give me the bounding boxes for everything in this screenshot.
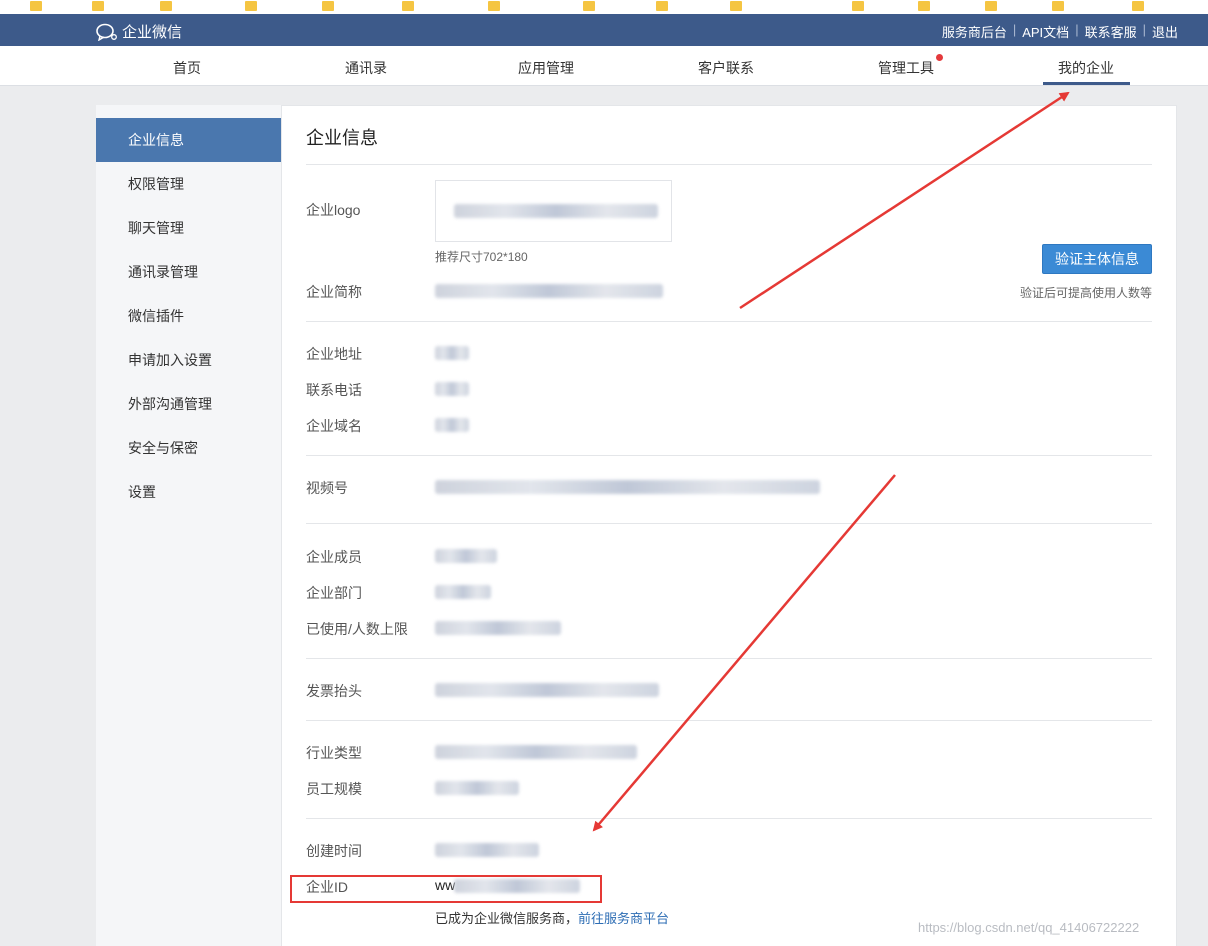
- notification-dot: [936, 54, 943, 61]
- members-value: [435, 549, 497, 563]
- sidebar-item-permissions[interactable]: 权限管理: [96, 162, 281, 206]
- divider: [306, 658, 1152, 659]
- sidebar-item-settings[interactable]: 设置: [96, 470, 281, 514]
- sidebar-item-external[interactable]: 外部沟通管理: [96, 382, 281, 426]
- nav-customer-contact[interactable]: 客户联系: [698, 58, 754, 78]
- video-value: [435, 480, 820, 494]
- industry-value: [435, 745, 637, 759]
- staff-size-value: [435, 781, 519, 795]
- used-limit-value: [435, 621, 561, 635]
- divider: [306, 455, 1152, 456]
- sidebar-item-chat[interactable]: 聊天管理: [96, 206, 281, 250]
- video-label: 视频号: [306, 480, 348, 496]
- company-logo[interactable]: [435, 180, 672, 242]
- nav-management-tools[interactable]: 管理工具: [878, 58, 934, 78]
- departments-label: 企业部门: [306, 585, 362, 601]
- nav-contacts[interactable]: 通讯录: [345, 58, 387, 78]
- top-links: 服务商后台 | API文档 | 联系客服 | 退出: [942, 22, 1178, 41]
- top-bar: 企业微信 服务商后台 | API文档 | 联系客服 | 退出: [0, 14, 1208, 46]
- logout-link[interactable]: 退出: [1152, 22, 1178, 41]
- service-provider-link[interactable]: 服务商后台: [942, 22, 1007, 41]
- service-provider-note: 已成为企业微信服务商，前往服务商平台: [435, 908, 669, 927]
- created-label: 创建时间: [306, 843, 362, 859]
- staff-size-label: 员工规模: [306, 781, 362, 797]
- divider: [306, 164, 1152, 165]
- address-value: [435, 346, 469, 360]
- watermark: https://blog.csdn.net/qq_41406722222: [918, 920, 1140, 935]
- sidebar-item-join-settings[interactable]: 申请加入设置: [96, 338, 281, 382]
- nav-home[interactable]: 首页: [173, 58, 201, 78]
- industry-label: 行业类型: [306, 745, 362, 761]
- logo-label: 企业logo: [306, 202, 361, 218]
- separator: |: [1142, 22, 1146, 37]
- nav-my-company[interactable]: 我的企业: [1058, 58, 1114, 78]
- sidebar-item-security[interactable]: 安全与保密: [96, 426, 281, 470]
- divider: [306, 523, 1152, 524]
- domain-value: [435, 418, 469, 432]
- sidebar-item-contacts[interactable]: 通讯录管理: [96, 250, 281, 294]
- sidebar-item-wechat-plugin[interactable]: 微信插件: [96, 294, 281, 338]
- corp-id-highlight-box: [290, 875, 602, 903]
- departments-value: [435, 585, 491, 599]
- address-label: 企业地址: [306, 346, 362, 362]
- separator: |: [1012, 22, 1017, 37]
- page-title: 企业信息: [306, 128, 378, 148]
- members-label: 企业成员: [306, 549, 362, 565]
- api-docs-link[interactable]: API文档: [1022, 22, 1069, 41]
- nav-active-indicator: [1043, 82, 1130, 85]
- contact-support-link[interactable]: 联系客服: [1085, 22, 1137, 41]
- domain-label: 企业域名: [306, 418, 362, 434]
- sidebar: 企业信息 权限管理 聊天管理 通讯录管理 微信插件 申请加入设置 外部沟通管理 …: [96, 105, 282, 946]
- logo-size-hint: 推荐尺寸702*180: [435, 250, 528, 264]
- divider: [306, 818, 1152, 819]
- wecom-logo-icon: [96, 23, 117, 41]
- short-name-label: 企业简称: [306, 284, 362, 300]
- brand-logo[interactable]: 企业微信: [96, 21, 182, 42]
- logo-image: [454, 204, 658, 218]
- service-provider-text: 已成为企业微信服务商，: [435, 911, 579, 926]
- sidebar-item-company-info[interactable]: 企业信息: [96, 118, 281, 162]
- divider: [306, 720, 1152, 721]
- invoice-label: 发票抬头: [306, 683, 362, 699]
- divider: [306, 321, 1152, 322]
- short-name-value: [435, 284, 663, 298]
- service-provider-platform-link[interactable]: 前往服务商平台: [578, 911, 669, 926]
- verify-entity-button[interactable]: 验证主体信息: [1042, 244, 1152, 274]
- used-limit-label: 已使用/人数上限: [306, 621, 408, 637]
- created-value: [435, 843, 539, 857]
- bookmarks-bar: [0, 0, 1208, 14]
- nav-apps[interactable]: 应用管理: [518, 58, 574, 78]
- main-nav: 首页 通讯录 应用管理 客户联系 管理工具 我的企业: [0, 46, 1208, 86]
- invoice-value: [435, 683, 659, 697]
- separator: |: [1075, 22, 1079, 37]
- brand-name: 企业微信: [122, 24, 183, 41]
- phone-value: [435, 382, 469, 396]
- phone-label: 联系电话: [306, 382, 362, 398]
- verify-hint: 验证后可提高使用人数等: [1019, 286, 1152, 300]
